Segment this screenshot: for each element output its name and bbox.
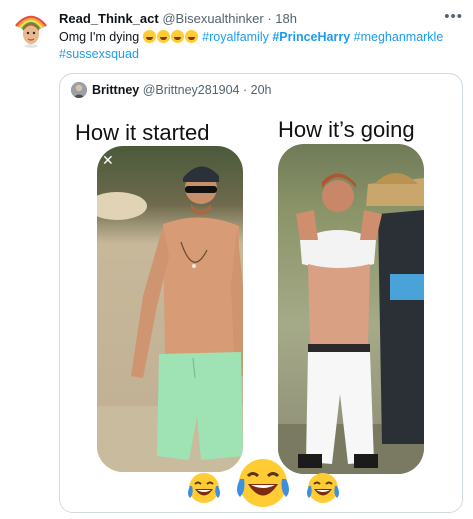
avatar[interactable] <box>12 10 50 48</box>
man-lifting-shirt-illustration <box>278 173 424 474</box>
meme-image[interactable]: How it started How it’s going ✕ <box>60 104 462 512</box>
separator-dot: · <box>267 11 272 26</box>
bitmoji-avatar-icon <box>15 15 47 48</box>
close-icon[interactable]: ✕ <box>102 152 114 169</box>
face-with-tears-of-joy-emoji-icon <box>188 473 220 503</box>
author-handle[interactable]: @Bisexualthinker <box>162 11 263 26</box>
quoted-avatar[interactable] <box>71 82 87 98</box>
rolling-on-floor-laughing-emoji-icon <box>142 30 156 43</box>
more-options-icon[interactable]: ••• <box>444 8 463 25</box>
face-with-tears-of-joy-emoji-icon <box>307 473 339 503</box>
quoted-author-name[interactable]: Brittney <box>92 83 139 97</box>
tweet-text-body: Omg I'm dying <box>59 30 140 44</box>
separator-dot: · <box>242 83 248 97</box>
hashtag-royalfamily[interactable]: #royalfamily <box>202 30 269 44</box>
meme-caption-left: How it started <box>75 120 210 145</box>
shirtless-man-in-green-shorts-illustration <box>97 166 243 472</box>
quoted-tweet[interactable]: Brittney @Brittney281904 · 20h How it st… <box>59 73 463 513</box>
tweet-header: Read_Think_act @Bisexualthinker · 18h <box>59 11 459 29</box>
rolling-on-floor-laughing-emoji-icon <box>184 30 198 43</box>
meme-caption-right: How it’s going <box>278 117 415 142</box>
hashtag-princeharry[interactable]: #PrinceHarry <box>272 30 350 44</box>
hashtag-sussexsquad[interactable]: #sussexsquad <box>59 47 139 61</box>
rolling-on-floor-laughing-emoji-icon <box>156 30 170 43</box>
meme-photo-after <box>278 144 424 474</box>
tweet-time[interactable]: 18h <box>275 11 297 26</box>
profile-photo-icon <box>71 82 87 98</box>
meme-photo-before: ✕ <box>97 146 243 472</box>
hashtag-meghanmarkle[interactable]: #meghanmarkle <box>354 30 444 44</box>
tweet-text: Omg I'm dying #royalfamily #PrinceHarry … <box>59 29 464 63</box>
quoted-author-handle[interactable]: @Brittney281904 <box>143 83 240 97</box>
quoted-tweet-time[interactable]: 20h <box>251 83 272 97</box>
quoted-header: Brittney @Brittney281904 · 20h <box>92 83 272 97</box>
rolling-on-floor-laughing-emoji-icon <box>170 30 184 43</box>
author-name[interactable]: Read_Think_act <box>59 11 159 26</box>
face-with-tears-of-joy-emoji-icon <box>237 459 289 507</box>
